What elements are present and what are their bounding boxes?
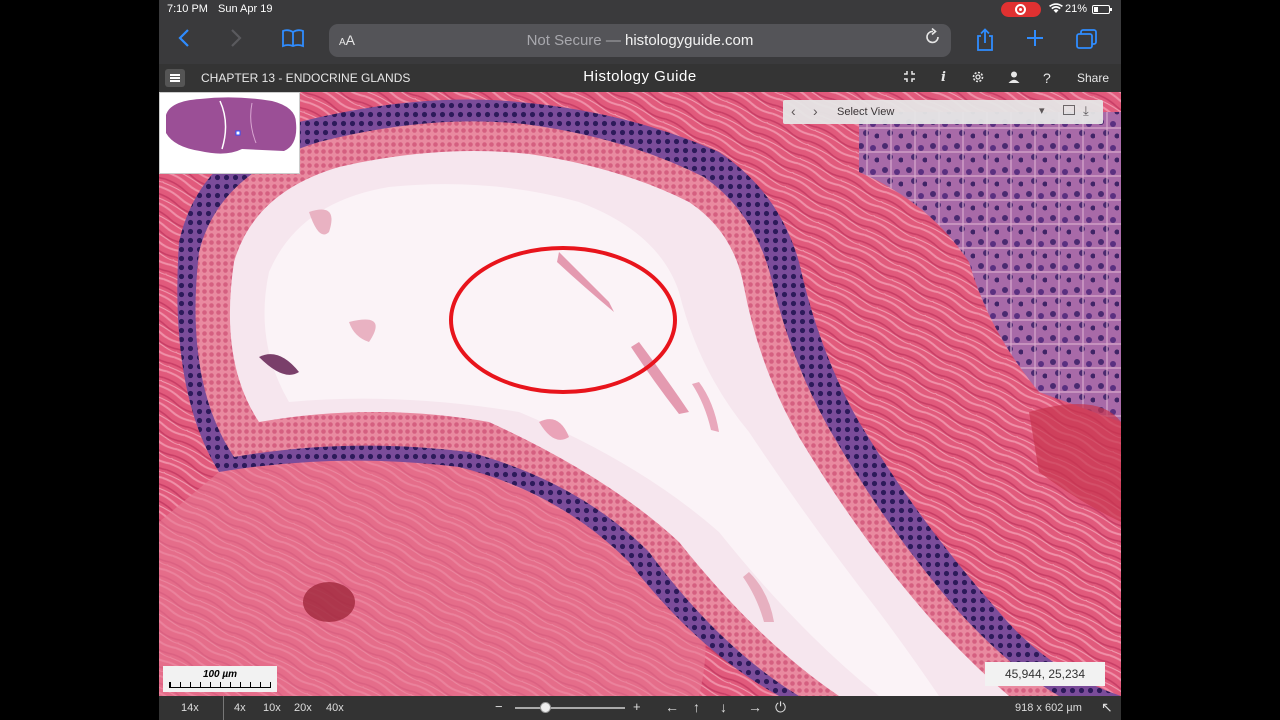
coordinates-readout: 45,944, 25,234	[985, 662, 1105, 686]
fullscreen-icon[interactable]	[903, 70, 916, 86]
zoom-slider[interactable]	[515, 707, 625, 709]
zoom-slider-handle[interactable]	[540, 702, 552, 713]
slide-overview-thumbnail[interactable]	[159, 92, 300, 174]
forward-icon[interactable]	[229, 28, 243, 55]
status-time: 7:10 PM	[167, 3, 208, 15]
back-icon[interactable]	[177, 28, 191, 55]
status-date: Sun Apr 19	[218, 3, 273, 15]
next-view-icon[interactable]: ›	[813, 103, 818, 119]
share-sheet-icon[interactable]	[975, 28, 995, 59]
browser-toolbar: AA Not Secure — histologyguide.com	[159, 20, 1121, 64]
reload-icon[interactable]	[925, 27, 941, 51]
power-icon[interactable]: ⏻	[775, 699, 786, 716]
pan-up-icon[interactable]: ↑	[693, 699, 700, 715]
pan-down-icon[interactable]: ↓	[720, 699, 727, 715]
address-bar[interactable]: AA Not Secure — histologyguide.com	[329, 24, 951, 57]
url-display[interactable]: Not Secure — histologyguide.com	[329, 32, 951, 49]
download-icon[interactable]: ⤓	[1083, 103, 1089, 119]
zoom-preset-4x[interactable]: 4x	[234, 702, 246, 714]
tabs-overview-icon[interactable]	[1075, 28, 1099, 57]
battery-icon	[1092, 5, 1112, 14]
previous-view-icon[interactable]: ‹	[791, 103, 796, 119]
chevron-down-icon[interactable]: ▾	[1039, 104, 1045, 117]
share-button[interactable]: Share	[1077, 71, 1109, 85]
url-domain: histologyguide.com	[624, 32, 754, 49]
expand-arrow-icon[interactable]: ↖	[1101, 699, 1113, 716]
scale-bar-label: 100 µm	[202, 669, 238, 680]
user-icon[interactable]	[1007, 70, 1021, 87]
current-zoom: 14x	[181, 702, 199, 714]
pan-left-icon[interactable]: ←	[665, 699, 679, 715]
zoom-preset-40x[interactable]: 40x	[326, 702, 344, 714]
select-view-bar: ‹ › Select View ▾ ⤓	[783, 100, 1103, 124]
zoom-preset-20x[interactable]: 20x	[294, 702, 312, 714]
zoom-toolbar: 14x 4x 10x 20x 40x − + ← ↑ ↓ → ⏻ 918 x 6…	[159, 696, 1121, 720]
security-label: Not Secure	[526, 32, 602, 49]
wifi-icon	[1049, 3, 1063, 17]
app-header: CHAPTER 13 - ENDOCRINE GLANDS Histology …	[159, 64, 1121, 92]
scale-bar-ruler	[169, 682, 271, 688]
pan-right-icon[interactable]: →	[748, 699, 762, 715]
image-icon[interactable]	[1063, 105, 1075, 115]
annotation-circle	[449, 246, 677, 394]
info-icon[interactable]: i	[941, 70, 946, 85]
scale-bar: 100 µm	[163, 666, 277, 692]
settings-gear-icon[interactable]	[971, 70, 985, 87]
divider	[223, 696, 224, 720]
battery-percent: 21%	[1065, 3, 1088, 15]
new-tab-icon[interactable]	[1025, 28, 1045, 55]
url-separator: —	[605, 32, 621, 49]
histology-slide-image[interactable]	[159, 92, 1121, 696]
zoom-in-button[interactable]: +	[633, 699, 641, 714]
slide-viewer[interactable]: ‹ › Select View ▾ ⤓ 100 µm 45,944, 25,23…	[159, 92, 1121, 696]
zoom-out-button[interactable]: −	[495, 699, 503, 714]
ipad-screen: 7:10 PM Sun Apr 19 21% AA Not Secure — h…	[159, 0, 1121, 720]
help-icon[interactable]: ?	[1043, 70, 1051, 86]
field-dimensions: 918 x 602 µm	[1015, 702, 1082, 714]
bookmarks-icon[interactable]	[281, 28, 305, 55]
screen-recording-icon	[1001, 2, 1041, 17]
status-bar: 7:10 PM Sun Apr 19 21%	[159, 0, 1121, 20]
select-view-dropdown[interactable]: Select View	[837, 106, 894, 118]
zoom-preset-10x[interactable]: 10x	[263, 702, 281, 714]
